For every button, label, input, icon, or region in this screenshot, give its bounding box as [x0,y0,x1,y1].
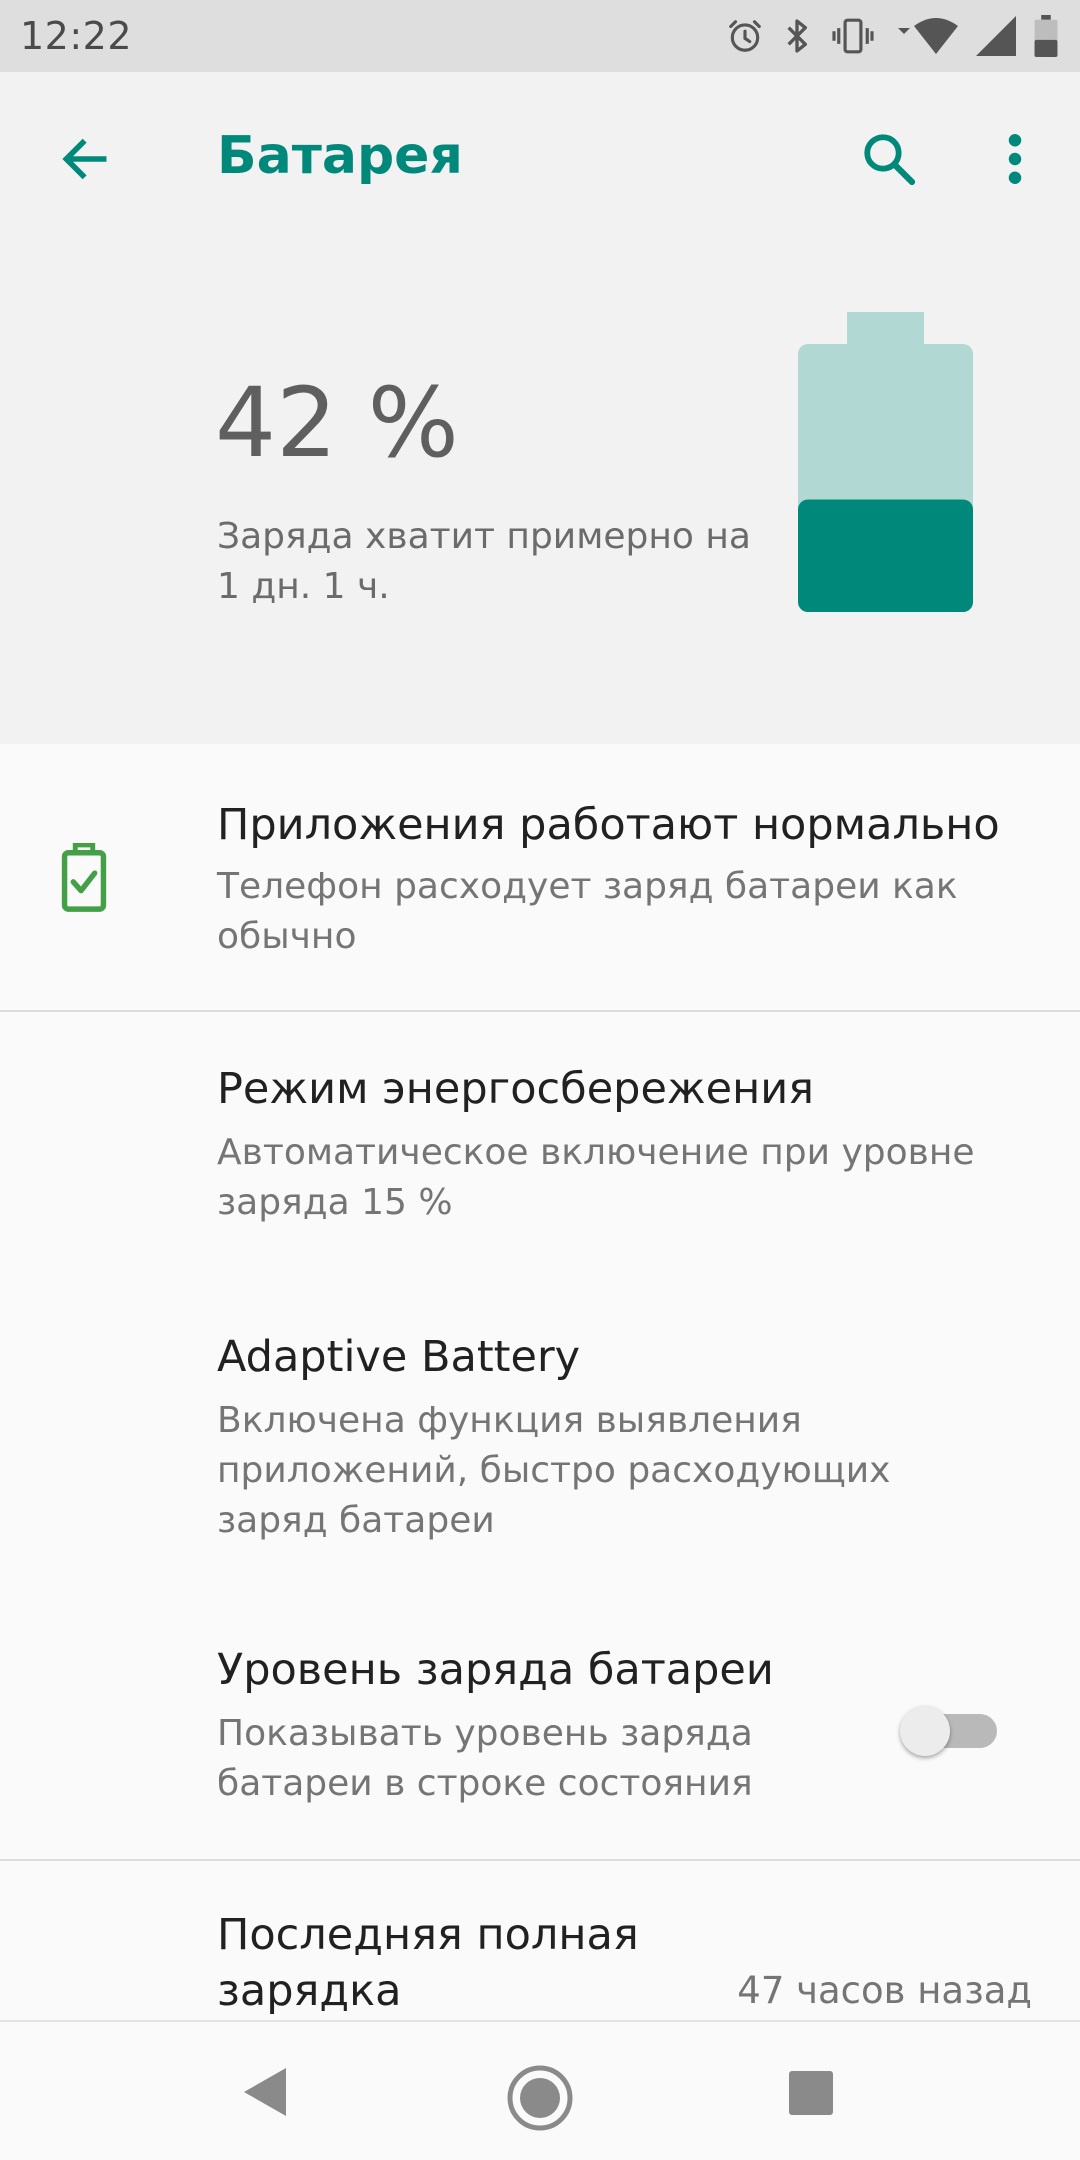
adaptive-battery-title: Adaptive Battery [217,1332,581,1382]
search-button[interactable] [854,124,924,194]
more-options-button[interactable] [990,124,1040,194]
alarm-icon [729,20,761,52]
app-bar: Батарея [0,72,1080,242]
status-time: 12:22 [20,14,133,58]
screen: 12:22 Батарея 42 % Заряда хватит примерн… [0,0,1080,2160]
status-bar: 12:22 [0,0,1080,72]
nav-back-button[interactable] [240,2064,290,2124]
battery-estimate: Заряда хватит примерно на 1 дн. 1 ч. [217,516,751,607]
apps-status-item[interactable]: Приложения работают нормально Телефон ра… [0,744,1080,1010]
apps-status-title: Приложения работают нормально [217,800,1000,850]
battery-header: 42 % Заряда хватит примерно на 1 дн. 1 ч… [0,242,1080,744]
battery-percentage-toggle[interactable] [900,1696,1000,1756]
battery-percent: 42 % [215,367,459,479]
battery-percentage-title: Уровень заряда батареи [217,1645,774,1695]
battery-terminal [847,312,924,346]
nav-home-button[interactable] [506,2064,574,2136]
battery-percentage-item[interactable]: Уровень заряда батареи Показывать уровен… [0,1593,1080,1859]
nav-back-icon [244,2068,286,2116]
last-full-charge-title: Последняя полная зарядка [217,1910,639,2016]
battery-fill [798,499,973,612]
apps-status-subtitle: Телефон расходует заряд батареи как обыч… [217,866,958,957]
last-full-charge-value: 47 часов назад [737,1969,1032,2012]
battery-saver-subtitle: Автоматическое включение при уровне заря… [217,1132,975,1223]
status-icons [726,15,1058,57]
vibrate-icon [832,18,874,54]
battery-icon [1034,15,1058,57]
battery-level-graphic [798,312,973,612]
battery-saver-title: Режим энергосбережения [217,1064,815,1114]
battery-saver-item[interactable]: Режим энергосбережения Автоматическое вк… [0,1012,1080,1277]
nav-recents-icon [789,2071,833,2115]
search-icon [864,134,916,186]
toggle-thumb [900,1706,950,1756]
wifi-icon [898,18,958,54]
adaptive-battery-subtitle: Включена функция выявления приложений, б… [217,1400,891,1541]
signal-icon [976,16,1016,56]
battery-check-icon [61,843,107,912]
bluetooth-icon [787,19,807,53]
adaptive-battery-item[interactable]: Adaptive Battery Включена функция выявле… [0,1277,1080,1593]
nav-recents-button[interactable] [788,2070,834,2120]
page-title: Батарея [217,126,463,186]
back-button[interactable] [50,124,120,194]
last-full-charge-item[interactable]: Последняя полная зарядка 47 часов назад [0,1861,1080,2020]
battery-percentage-subtitle: Показывать уровень заряда батареи в стро… [217,1713,753,1804]
nav-home-icon [507,2065,573,2131]
navigation-bar [0,2020,1080,2160]
arrow-left-icon [62,138,107,180]
more-vert-icon [1008,134,1022,184]
